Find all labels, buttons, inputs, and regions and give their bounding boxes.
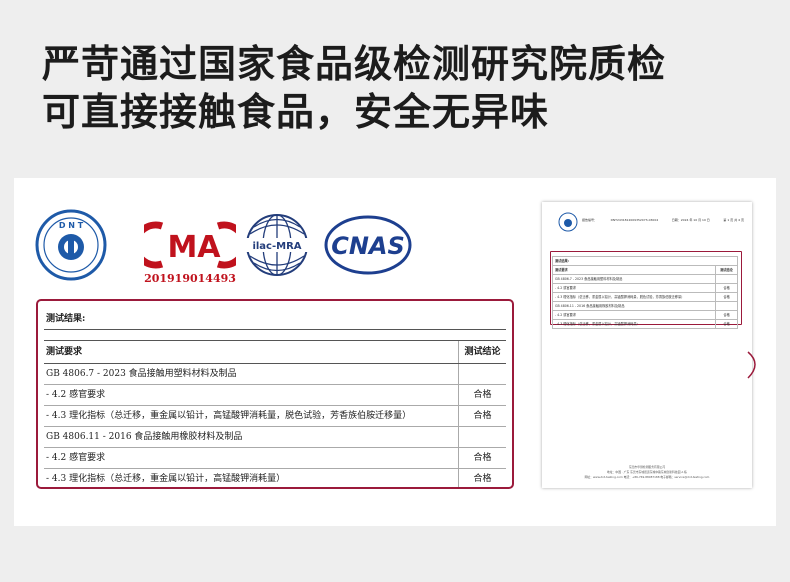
results-title: 测试结果: <box>44 309 506 330</box>
dnt-logo-icon: D N T <box>35 209 107 281</box>
cma-number: 201919014493 <box>144 272 236 285</box>
table-row: - 4.3 理化指标（总迁移，重金属以铅计，高锰酸钾消耗量） 合格 <box>44 469 506 487</box>
ilac-mra-logo-icon: ilac-MRA <box>246 214 308 276</box>
row-conclusion: 合格 <box>473 411 492 421</box>
row-item: - 4.3 理化指标（总迁移，重金属以铅计，高锰酸钾消耗量） <box>44 469 459 487</box>
doc-date: 日期：2024 年 10 月 10 日 <box>671 218 710 222</box>
svg-text:CNAS: CNAS <box>331 232 405 260</box>
header-conclusion: 测试结论 <box>464 347 501 357</box>
doc-row: GB 4806.7 - 2023 食品接触用塑料材料及制品 <box>552 275 738 284</box>
doc-page: 第 1 页 共 4 页 <box>723 218 744 222</box>
doc-row-item: - 4.2 感官要求 <box>553 311 716 319</box>
doc-footer-contact: 网址：www.dnt-testing.com 电话：+86-769-880871… <box>584 475 710 479</box>
table-row: GB 4806.11 - 2016 食品接触用橡胶材料及制品 <box>44 427 506 448</box>
doc-row: - 4.2 感官要求 合格 <box>552 284 738 293</box>
row-item: - 4.2 感官要求 <box>44 448 459 468</box>
certification-logos: D N T MA 201919014493 ilac-MRA CNAS <box>34 208 412 288</box>
table-header-row: 测试要求 测试结论 <box>44 341 506 364</box>
doc-row-item: - 4.3 理化指标（总迁移，重金属以铅计，高锰酸钾消耗量） <box>553 320 716 328</box>
report-document-thumbnail: 报告编号： DNT2431812009352073-03004 日期：2024 … <box>542 202 752 488</box>
dnt-seal-small-icon <box>558 212 578 232</box>
row-item: - 4.2 感官要求 <box>44 385 459 405</box>
doc-row-item: - 4.2 感官要求 <box>553 284 716 292</box>
doc-footer: 东莞市华测检测服务有限公司 地址：中国 · 广东 东莞市东城街道东城中路东城创新… <box>552 465 742 480</box>
table-row: GB 4806.7 - 2023 食品接触用塑料材料及制品 <box>44 364 506 385</box>
doc-results-title: 测试结果: <box>552 256 738 266</box>
doc-results-table: 测试结果: 测试要求 测试结论 GB 4806.7 - 2023 食品接触用塑料… <box>552 256 738 329</box>
test-results-table: 测试结果: 测试要求 测试结论 GB 4806.7 - 2023 食品接触用塑料… <box>44 309 506 487</box>
doc-row-conclusion <box>716 275 737 283</box>
headline: 严苛通过国家食品级检测研究院质检 可直接接触食品，安全无异味 <box>42 40 762 136</box>
row-conclusion: 合格 <box>473 453 492 463</box>
doc-row: - 4.3 理化指标（总迁移，重金属以铅计，高锰酸钾消耗量） 合格 <box>552 320 738 329</box>
row-item: GB 4806.7 - 2023 食品接触用塑料材料及制品 <box>44 364 459 384</box>
doc-row-conclusion: 合格 <box>723 322 730 326</box>
doc-header-conclusion: 测试结论 <box>720 268 733 272</box>
doc-header: 报告编号： DNT2431812009352073-03004 日期：2024 … <box>582 218 744 222</box>
row-conclusion: 合格 <box>473 390 492 400</box>
row-conclusion: 合格 <box>473 474 492 484</box>
doc-row-item: GB 4806.7 - 2023 食品接触用塑料材料及制品 <box>553 275 716 283</box>
row-item: GB 4806.11 - 2016 食品接触用橡胶材料及制品 <box>44 427 459 447</box>
doc-row: - 4.3 理化指标（总迁移，重金属以铅计，高锰酸钾消耗量，脱色试验，芳香族伯胺… <box>552 293 738 302</box>
header-item: 测试要求 <box>44 341 459 363</box>
row-item: - 4.3 理化指标（总迁移，重金属以铅计，高锰酸钾消耗量，脱色试验，芳香族伯胺… <box>44 406 459 426</box>
doc-row-item: GB 4806.11 - 2016 食品接触用橡胶材料及制品 <box>553 302 716 310</box>
doc-row: - 4.2 感官要求 合格 <box>552 311 738 320</box>
cma-logo-icon: MA <box>144 221 236 269</box>
doc-row-conclusion: 合格 <box>723 295 730 299</box>
test-results-callout: 测试结果: 测试要求 测试结论 GB 4806.7 - 2023 食品接触用塑料… <box>36 299 514 489</box>
doc-report-no: 报告编号： <box>582 218 598 222</box>
doc-row-conclusion: 合格 <box>723 286 730 290</box>
doc-row-conclusion: 合格 <box>723 313 730 317</box>
table-row: - 4.2 感官要求 合格 <box>44 448 506 469</box>
row-conclusion <box>459 427 506 447</box>
headline-line-2: 可直接接触食品，安全无异味 <box>42 90 550 134</box>
doc-row-item: - 4.3 理化指标（总迁移，重金属以铅计，高锰酸钾消耗量，脱色试验，芳香族伯胺… <box>553 293 716 301</box>
doc-row: GB 4806.11 - 2016 食品接触用橡胶材料及制品 <box>552 302 738 311</box>
table-row: - 4.3 理化指标（总迁移，重金属以铅计，高锰酸钾消耗量，脱色试验，芳香族伯胺… <box>44 406 506 427</box>
edge-arc-decoration <box>747 351 756 379</box>
svg-text:ilac-MRA: ilac-MRA <box>252 241 301 252</box>
cnas-logo-icon: CNAS <box>324 215 412 275</box>
headline-line-1: 严苛通过国家食品级检测研究院质检 <box>42 42 667 86</box>
doc-row-conclusion <box>716 302 737 310</box>
svg-text:D N T: D N T <box>59 221 84 230</box>
doc-header-item: 测试要求 <box>553 266 716 274</box>
doc-report-id: DNT2431812009352073-03004 <box>610 218 659 222</box>
svg-text:MA: MA <box>167 230 221 265</box>
certificate-card: DNT DNT DNT D N T MA 201919014493 <box>14 178 776 526</box>
doc-header-row: 测试要求 测试结论 <box>552 266 738 275</box>
table-row: - 4.2 感官要求 合格 <box>44 385 506 406</box>
row-conclusion <box>459 364 506 384</box>
